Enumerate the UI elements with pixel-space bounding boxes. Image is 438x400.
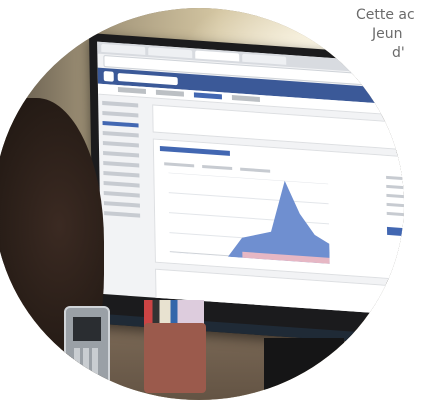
sidebar-item <box>103 151 140 158</box>
browser-tab-active <box>195 50 240 62</box>
side-panel-line <box>386 202 404 209</box>
sidebar-item <box>102 110 139 118</box>
page-tab-active <box>193 92 222 100</box>
phone-keypad <box>74 348 100 378</box>
legend-item <box>240 167 271 173</box>
side-panel-line <box>386 211 404 218</box>
sidebar-item <box>102 100 139 108</box>
page-tab <box>231 95 260 102</box>
insights-sidebar <box>98 95 150 318</box>
gridline <box>168 172 329 185</box>
browser-tab <box>242 53 287 65</box>
circular-photo <box>0 8 404 400</box>
sidebar-item-active <box>102 120 139 128</box>
sidebar-item <box>104 211 141 218</box>
sidebar-item <box>102 130 139 138</box>
phone-screen <box>73 317 101 341</box>
browser-tab <box>148 47 193 59</box>
sidebar-item <box>103 161 140 168</box>
sidebar-item <box>103 201 140 208</box>
computer-monitor <box>89 33 404 348</box>
gridline <box>168 192 329 205</box>
facebook-search-field <box>117 73 178 86</box>
insights-content <box>146 98 404 318</box>
facebook-logo-icon <box>103 71 114 82</box>
side-panel-button <box>386 226 404 238</box>
monitor-screen <box>97 41 404 318</box>
monitor-stand <box>264 338 344 400</box>
page-tab <box>155 89 184 97</box>
page-tab <box>117 87 146 94</box>
chart-card-title <box>159 145 230 156</box>
chart-card <box>152 138 404 282</box>
legend-item <box>164 162 195 168</box>
side-panel-line <box>386 193 404 200</box>
side-panel-line <box>386 184 404 191</box>
page-layout <box>98 95 404 318</box>
sidebar-item <box>103 191 140 198</box>
area-chart <box>168 172 330 264</box>
sidebar-item <box>103 171 140 178</box>
browser-tab <box>101 43 146 55</box>
side-panel-line <box>386 175 404 182</box>
sidebar-item <box>103 181 140 188</box>
chart-legend <box>164 162 271 173</box>
pen-cup <box>144 323 206 393</box>
sidebar-item <box>102 140 139 148</box>
legend-item <box>202 164 233 171</box>
chart-side-panel <box>386 175 404 243</box>
mobile-phone <box>64 306 110 388</box>
